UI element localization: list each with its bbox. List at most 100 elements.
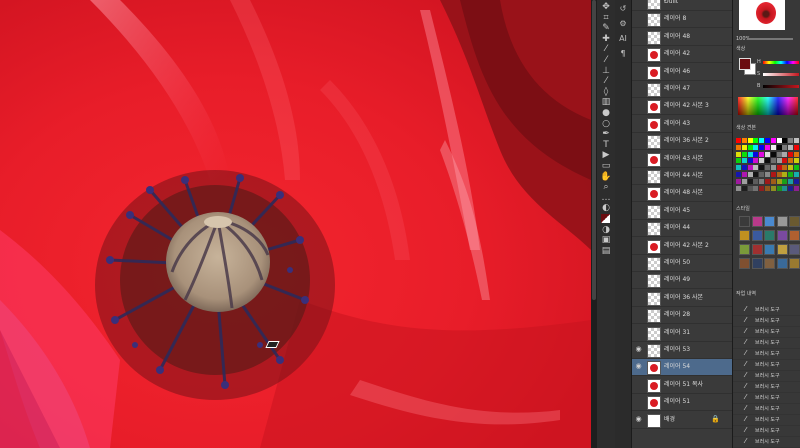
color-swatch[interactable] xyxy=(747,172,753,177)
color-swatch[interactable] xyxy=(747,178,753,184)
path-select-icon[interactable]: ▶ xyxy=(599,150,613,161)
color-swatch[interactable] xyxy=(741,144,747,150)
visibility-eye-icon[interactable] xyxy=(634,397,643,406)
layer-row[interactable]: 레이어 51 xyxy=(632,394,732,412)
layer-row[interactable]: 레이어 42 사본 2 xyxy=(632,238,732,255)
style-preset[interactable] xyxy=(764,258,775,269)
color-swatch[interactable] xyxy=(759,185,765,191)
visibility-eye-icon[interactable]: ◉ xyxy=(634,362,643,371)
mode-icon[interactable]: ◑ xyxy=(599,225,613,236)
color-swatch[interactable] xyxy=(765,165,770,171)
visibility-eye-icon[interactable] xyxy=(634,310,643,319)
brightness-slider[interactable] xyxy=(763,85,799,88)
style-preset[interactable] xyxy=(751,230,763,241)
color-swatch[interactable] xyxy=(753,165,759,171)
visibility-eye-icon[interactable] xyxy=(634,0,643,6)
layer-row[interactable]: Ðuiit xyxy=(632,0,732,11)
color-swatch[interactable] xyxy=(770,151,776,157)
color-spectrum[interactable] xyxy=(738,97,798,115)
color-swatch[interactable] xyxy=(765,144,770,150)
color-swatch[interactable] xyxy=(759,158,765,164)
color-swatch[interactable] xyxy=(747,185,753,191)
layer-row[interactable]: 레이어 28 xyxy=(632,307,732,325)
screen-mode-icon[interactable]: ▣ xyxy=(599,235,613,246)
healing-icon[interactable]: ✚ xyxy=(599,34,613,45)
visibility-eye-icon[interactable] xyxy=(634,241,643,250)
color-swatch[interactable] xyxy=(759,172,765,177)
color-swatch[interactable] xyxy=(741,172,747,177)
history-brush-icon[interactable]: ⁄ xyxy=(599,76,613,87)
color-swatch[interactable] xyxy=(788,138,794,143)
color-swatch[interactable] xyxy=(770,144,776,150)
color-swatch[interactable] xyxy=(776,158,782,164)
visibility-eye-icon[interactable] xyxy=(634,67,643,76)
color-swatch[interactable] xyxy=(794,178,799,184)
layer-row[interactable]: 레이어 42 사본 3 xyxy=(632,98,732,116)
color-swatch[interactable] xyxy=(770,158,776,164)
color-swatch[interactable] xyxy=(776,165,782,171)
color-swatch[interactable] xyxy=(782,165,788,171)
color-swatch[interactable] xyxy=(736,172,741,177)
color-swatch[interactable] xyxy=(788,158,794,164)
color-swatch[interactable] xyxy=(782,158,788,164)
layer-row[interactable]: 레이어 43 xyxy=(632,116,732,133)
color-swatch[interactable] xyxy=(782,172,788,177)
color-swatch[interactable] xyxy=(788,151,794,157)
style-preset[interactable] xyxy=(751,216,763,227)
color-swatch[interactable] xyxy=(765,178,770,184)
visibility-eye-icon[interactable] xyxy=(634,223,643,232)
brush-icon[interactable]: ⁄ xyxy=(599,44,613,55)
color-swatch[interactable] xyxy=(747,158,753,164)
layer-row[interactable]: 레이어 48 사본 xyxy=(632,185,732,203)
history-step[interactable]: ⁄ 브러시 도구 xyxy=(733,436,800,448)
document-canvas[interactable] xyxy=(0,0,591,448)
layer-row[interactable]: 레이어 44 xyxy=(632,220,732,238)
blur-icon[interactable]: ● xyxy=(599,108,613,119)
color-swatch[interactable] xyxy=(776,138,782,143)
color-swatch[interactable] xyxy=(765,185,770,191)
color-swatch[interactable] xyxy=(741,178,747,184)
color-swatch[interactable] xyxy=(782,144,788,150)
layer-row[interactable]: ◉ 레이어 53 xyxy=(632,342,732,359)
style-preset[interactable] xyxy=(764,230,775,241)
frame-icon[interactable]: ▤ xyxy=(599,246,613,257)
history-icon[interactable]: ↺ xyxy=(618,4,628,14)
scroll-thumb[interactable] xyxy=(592,0,596,300)
color-swatch[interactable] xyxy=(736,144,741,150)
visibility-eye-icon[interactable] xyxy=(634,154,643,163)
color-swatch[interactable] xyxy=(736,151,741,157)
color-swatch[interactable] xyxy=(794,138,799,143)
style-preset[interactable] xyxy=(776,216,788,227)
visibility-eye-icon[interactable] xyxy=(634,258,643,267)
color-swatch[interactable] xyxy=(736,158,741,164)
color-swatch[interactable] xyxy=(765,158,770,164)
color-swatch[interactable] xyxy=(747,138,753,143)
color-swatch[interactable] xyxy=(770,185,776,191)
layer-row[interactable]: ◉ 레이어 54 xyxy=(632,359,732,377)
color-swatch[interactable] xyxy=(776,172,782,177)
quickmask-icon[interactable]: ◐ xyxy=(599,203,613,214)
hand-icon[interactable]: ✋ xyxy=(599,172,613,183)
foreground-color[interactable] xyxy=(739,58,751,70)
color-swatch[interactable] xyxy=(759,151,765,157)
layer-row[interactable]: 레이어 36 사본 xyxy=(632,290,732,307)
color-swatch[interactable] xyxy=(794,165,799,171)
color-swatch[interactable] xyxy=(788,172,794,177)
more-icon[interactable]: … xyxy=(599,193,613,204)
style-preset[interactable] xyxy=(739,258,750,269)
color-swatch[interactable] xyxy=(776,185,782,191)
color-swatch[interactable] xyxy=(770,172,776,177)
color-swatch[interactable] xyxy=(776,178,782,184)
color-swatch[interactable] xyxy=(753,158,759,164)
visibility-eye-icon[interactable] xyxy=(634,206,643,215)
color-swatch[interactable] xyxy=(753,185,759,191)
paragraph-icon[interactable]: ¶ xyxy=(618,49,628,59)
layer-row[interactable]: 레이어 51 복사 xyxy=(632,377,732,394)
move-icon[interactable]: ✥ xyxy=(599,2,613,13)
color-swatch[interactable] xyxy=(759,165,765,171)
pen-icon[interactable]: ✒ xyxy=(599,129,613,140)
visibility-eye-icon[interactable] xyxy=(634,49,643,58)
style-preset[interactable] xyxy=(776,244,788,255)
color-swatch[interactable] xyxy=(759,144,765,150)
color-swatch[interactable] xyxy=(753,151,759,157)
